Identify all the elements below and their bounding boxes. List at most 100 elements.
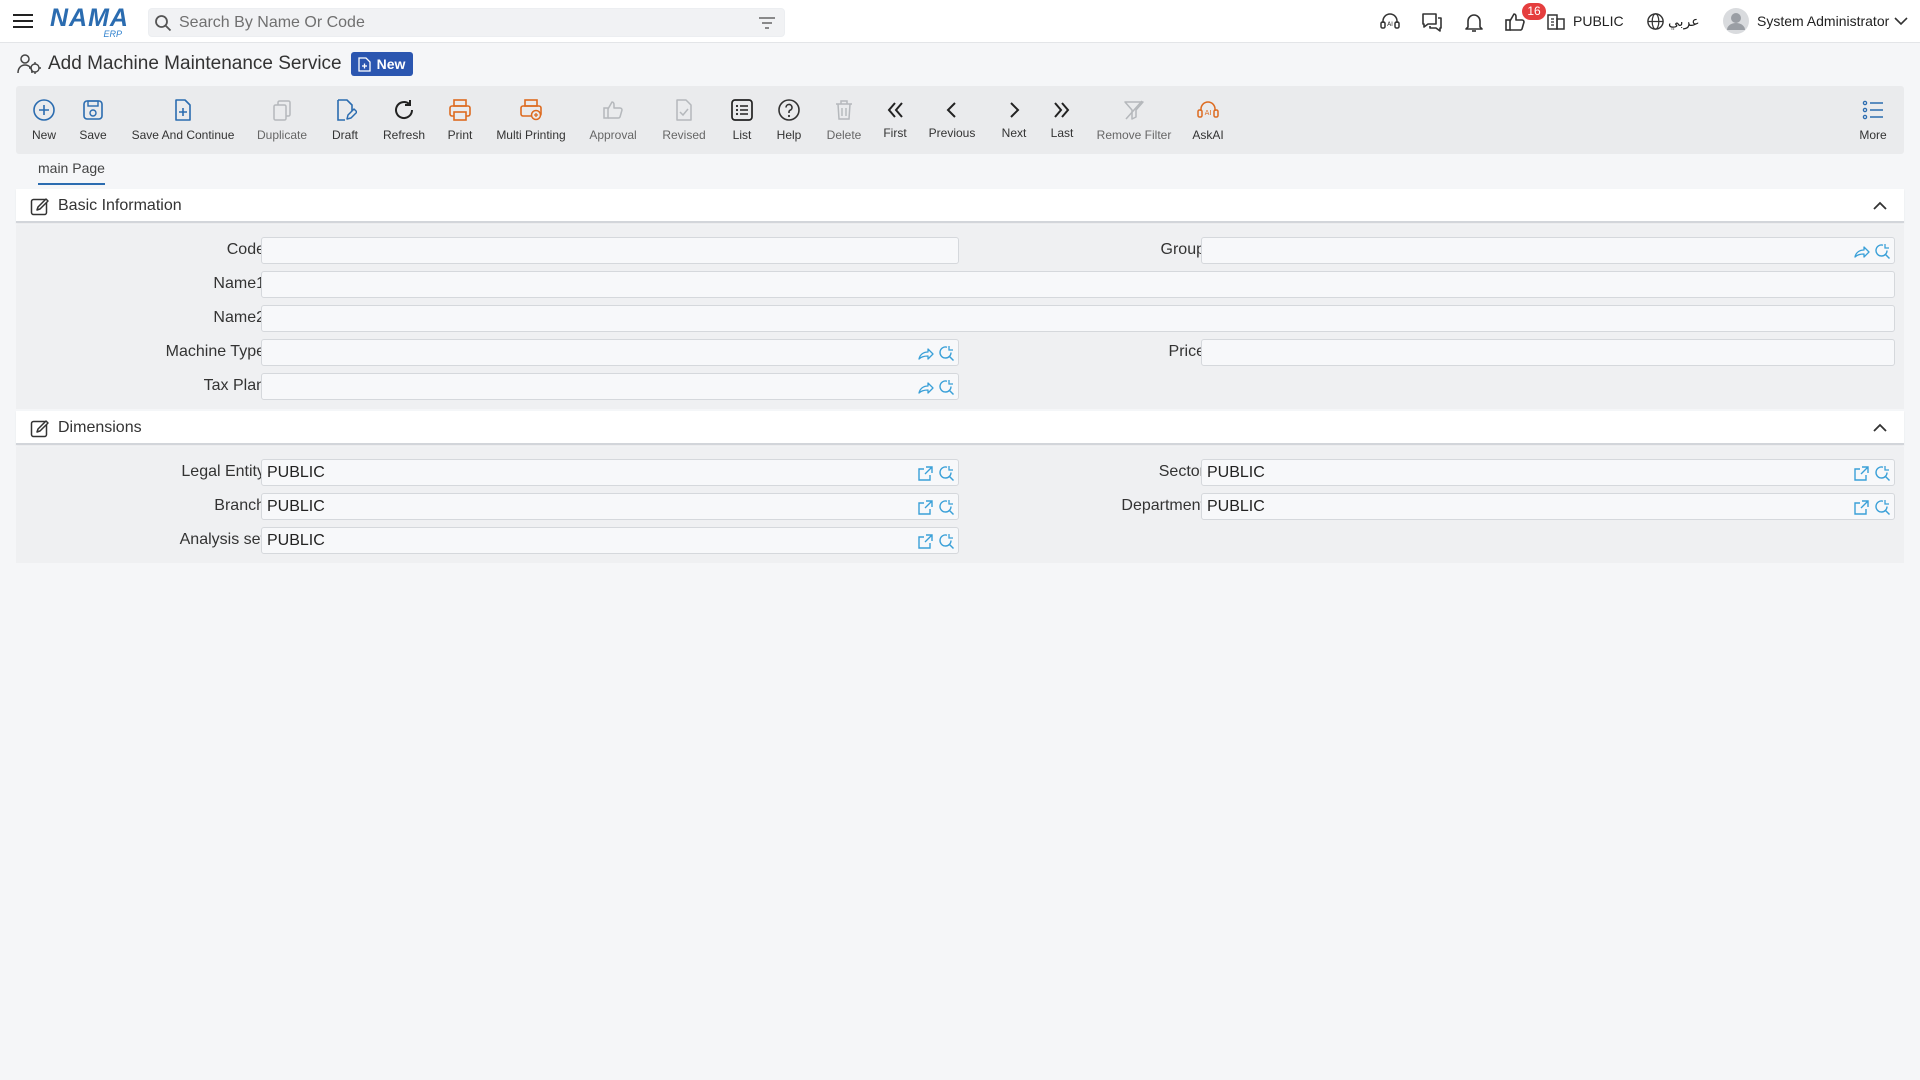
last-label: Last xyxy=(1050,126,1074,140)
user-menu[interactable]: System Administrator xyxy=(1757,13,1889,29)
code-field[interactable] xyxy=(261,237,959,264)
basic-information-header[interactable]: Basic Information xyxy=(16,189,1904,223)
multi-printing-button[interactable]: Multi Printing xyxy=(494,86,568,154)
duplicate-button[interactable]: Duplicate xyxy=(256,86,308,154)
name2-label: Name2 xyxy=(213,309,265,326)
previous-button[interactable]: Previous xyxy=(927,86,977,154)
name1-field[interactable] xyxy=(261,271,1895,298)
code-label: Code xyxy=(226,241,265,258)
printer-icon xyxy=(449,99,471,121)
price-field[interactable] xyxy=(1201,339,1895,366)
external-link-icon[interactable] xyxy=(1853,499,1870,516)
menu-icon[interactable] xyxy=(12,11,34,31)
department-field[interactable]: PUBLIC xyxy=(1201,493,1895,520)
print-button[interactable]: Print xyxy=(444,86,476,154)
department-value: PUBLIC xyxy=(1207,498,1265,515)
external-link-icon[interactable] xyxy=(1853,465,1870,482)
save-button[interactable]: Save xyxy=(77,86,109,154)
branch-label: Branch xyxy=(214,497,265,514)
search-lookup-icon[interactable] xyxy=(938,379,955,396)
external-link-icon[interactable] xyxy=(917,533,934,550)
globe-icon[interactable] xyxy=(1646,12,1665,31)
share-arrow-icon[interactable] xyxy=(917,345,934,362)
duplicate-label: Duplicate xyxy=(256,128,308,142)
logo-text: NAMA xyxy=(50,4,129,32)
legal-entity-field[interactable]: PUBLIC xyxy=(261,459,959,486)
list-button[interactable]: List xyxy=(728,86,756,154)
branch-field[interactable]: PUBLIC xyxy=(261,493,959,520)
last-button[interactable]: Last xyxy=(1047,86,1077,154)
external-link-icon[interactable] xyxy=(917,465,934,482)
chevron-down-icon[interactable] xyxy=(1894,15,1908,27)
search-lookup-icon[interactable] xyxy=(1874,465,1891,482)
entity-selector[interactable]: PUBLIC xyxy=(1573,13,1624,29)
tab-main-page[interactable]: main Page xyxy=(38,160,105,185)
chat-icon[interactable] xyxy=(1420,10,1444,34)
more-list-icon xyxy=(1862,100,1883,120)
print-label: Print xyxy=(447,128,473,142)
remove-filter-label: Remove Filter xyxy=(1096,128,1172,142)
status-badge-label: New xyxy=(376,56,406,72)
refresh-label: Refresh xyxy=(382,128,426,142)
new-button[interactable]: New xyxy=(26,86,62,154)
more-button[interactable]: More xyxy=(1857,86,1889,154)
filter-icon[interactable] xyxy=(758,15,776,31)
help-button[interactable]: Help xyxy=(774,86,804,154)
department-label: Department xyxy=(1121,497,1205,514)
building-icon[interactable] xyxy=(1546,11,1566,31)
search-lookup-icon[interactable] xyxy=(1874,243,1891,260)
share-arrow-icon[interactable] xyxy=(1853,243,1870,260)
draft-button[interactable]: Draft xyxy=(329,86,361,154)
dimensions-header[interactable]: Dimensions xyxy=(16,411,1904,445)
revised-button[interactable]: Revised xyxy=(659,86,709,154)
chevron-up-icon[interactable] xyxy=(1872,199,1888,213)
approval-button[interactable]: Approval xyxy=(587,86,639,154)
first-label: First xyxy=(883,126,907,140)
refresh-icon xyxy=(395,100,414,119)
chevron-up-icon[interactable] xyxy=(1872,421,1888,435)
logo[interactable]: NAMA ERP xyxy=(50,4,130,39)
save-icon xyxy=(83,100,103,120)
basic-information-body: Code Group Name1 Name2 Machine Type Pric… xyxy=(16,225,1904,409)
name2-field[interactable] xyxy=(261,305,1895,332)
search-input[interactable] xyxy=(179,13,739,33)
search-lookup-icon[interactable] xyxy=(938,465,955,482)
first-button[interactable]: First xyxy=(880,86,910,154)
external-link-icon[interactable] xyxy=(917,499,934,516)
analysis-set-field[interactable]: PUBLIC xyxy=(261,527,959,554)
search-lookup-icon[interactable] xyxy=(938,345,955,362)
sector-field[interactable]: PUBLIC xyxy=(1201,459,1895,486)
bell-icon[interactable] xyxy=(1462,10,1486,34)
ai-support-icon[interactable]: AI xyxy=(1378,10,1402,34)
new-button-label: New xyxy=(31,128,56,142)
refresh-button[interactable]: Refresh xyxy=(379,86,429,154)
share-arrow-icon[interactable] xyxy=(917,379,934,396)
analysis-set-value: PUBLIC xyxy=(267,532,325,549)
analysis-set-label: Analysis set xyxy=(179,531,265,548)
group-field[interactable] xyxy=(1201,237,1895,264)
top-bar: NAMA ERP AI 16 PUBLIC عربي System Admini… xyxy=(0,0,1920,43)
save-and-continue-button[interactable]: Save And Continue xyxy=(131,86,235,154)
status-badge: New xyxy=(350,52,414,76)
avatar[interactable] xyxy=(1722,7,1750,35)
logo-subtext: ERP xyxy=(103,29,122,39)
search-lookup-icon[interactable] xyxy=(938,533,955,550)
draft-edit-icon xyxy=(337,99,357,121)
search-lookup-icon[interactable] xyxy=(938,499,955,516)
search-lookup-icon[interactable] xyxy=(1874,499,1891,516)
group-label: Group xyxy=(1160,241,1205,258)
machine-service-icon xyxy=(17,54,41,74)
notification-count-badge: 16 xyxy=(1522,3,1546,20)
delete-button[interactable]: Delete xyxy=(823,86,865,154)
askai-button[interactable]: AI AskAI xyxy=(1190,86,1226,154)
multi-printer-icon xyxy=(520,99,542,121)
next-button[interactable]: Next xyxy=(998,86,1030,154)
machine-type-field[interactable] xyxy=(261,339,959,366)
language-switch[interactable]: عربي xyxy=(1668,13,1700,30)
page-title: Add Machine Maintenance Service xyxy=(48,53,342,74)
next-label: Next xyxy=(1001,126,1027,140)
tax-plan-field[interactable] xyxy=(261,373,959,400)
section-title: Basic Information xyxy=(58,197,182,214)
remove-filter-button[interactable]: Remove Filter xyxy=(1094,86,1174,154)
chevron-left-icon xyxy=(946,102,956,118)
